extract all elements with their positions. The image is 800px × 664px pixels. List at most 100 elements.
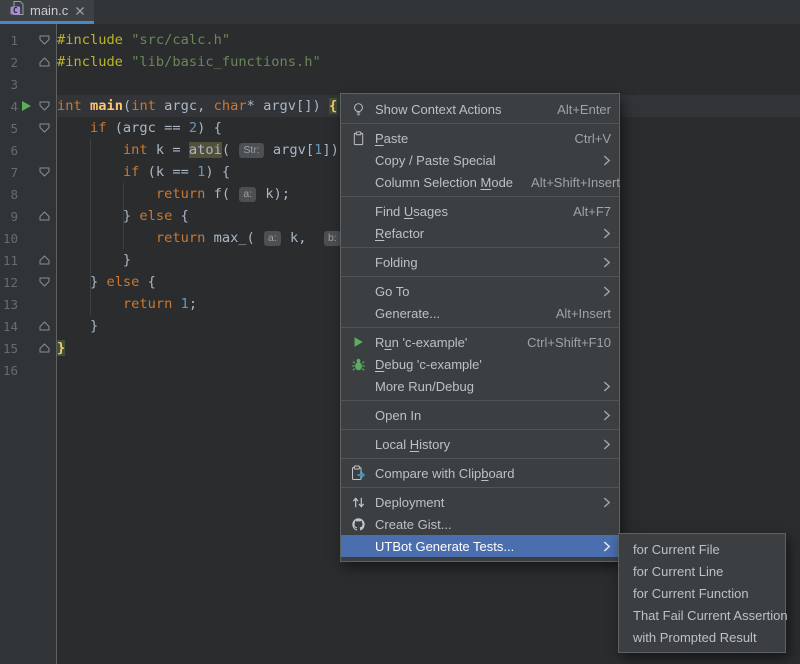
fold-down-icon[interactable] <box>35 167 53 177</box>
run-icon <box>349 335 367 349</box>
menu-item-label: That Fail Current Assertion <box>633 608 788 623</box>
menu-item-find-usages[interactable]: Find UsagesAlt+F7 <box>341 200 619 222</box>
menu-item-label: for Current Function <box>633 586 749 601</box>
token-kw: char <box>214 98 247 114</box>
submenu-item-for-current-file[interactable]: for Current File <box>619 538 785 560</box>
fold-up-icon[interactable] <box>35 211 53 221</box>
menu-item-debug-c-example[interactable]: Debug 'c-example' <box>341 353 619 375</box>
token-kw: else <box>106 274 139 290</box>
menu-item-label: Go To <box>375 284 409 299</box>
menu-item-label: Copy / Paste Special <box>375 153 496 168</box>
token-txt <box>82 98 90 114</box>
menu-item-generate[interactable]: Generate... Alt+Insert <box>341 302 619 324</box>
tab-main-c[interactable]: C main.c <box>0 0 94 24</box>
token-pp: #include <box>57 32 123 48</box>
fold-down-icon[interactable] <box>35 123 53 133</box>
code-line-2[interactable]: 2 #include "lib/basic_functions.h" <box>0 51 800 73</box>
menu-item-column-selection-mode[interactable]: Column Selection Mode Alt+Shift+Insert <box>341 171 619 193</box>
submenu-arrow-icon <box>603 228 611 239</box>
submenu-item-for-current-line[interactable]: for Current Line <box>619 560 785 582</box>
gutter-line-3: 3 <box>0 73 57 95</box>
gutter-line-9: 9 <box>0 205 57 227</box>
menu-shortcut: Alt+Enter <box>557 102 611 117</box>
submenu-arrow-icon <box>603 497 611 508</box>
line-number: 16 <box>2 363 18 378</box>
fold-down-icon[interactable] <box>35 35 53 45</box>
token-kw: if <box>90 120 106 136</box>
code-text[interactable]: #include "lib/basic_functions.h" <box>57 51 800 73</box>
tab-label: main.c <box>30 3 68 18</box>
gutter-line-10: 10 <box>0 227 57 249</box>
menu-item-go-to[interactable]: Go To <box>341 280 619 302</box>
menu-item-copy-paste-special[interactable]: Copy / Paste Special <box>341 149 619 171</box>
token-txt <box>57 164 123 180</box>
menu-item-paste[interactable]: PasteCtrl+V <box>341 127 619 149</box>
token-txt: k); <box>257 186 290 202</box>
menu-separator <box>341 429 619 430</box>
line-number: 1 <box>2 33 18 48</box>
gutter-line-1: 1 <box>0 29 57 51</box>
token-txt: ( <box>222 142 238 158</box>
menu-item-create-gist[interactable]: Create Gist... <box>341 513 619 535</box>
gutter-line-4: 4 <box>0 95 57 117</box>
menu-item-local-history[interactable]: Local History <box>341 433 619 455</box>
token-txt: } <box>57 252 131 268</box>
menu-shortcut: Alt+Shift+Insert <box>531 175 620 190</box>
token-str: "lib/basic_functions.h" <box>131 54 321 70</box>
gutter-line-2: 2 <box>0 51 57 73</box>
fold-up-icon[interactable] <box>35 255 53 265</box>
menu-item-deployment[interactable]: Deployment <box>341 491 619 513</box>
token-kw: int <box>131 98 156 114</box>
token-pp: #include <box>57 54 123 70</box>
run-gutter-icon[interactable] <box>18 100 35 112</box>
menu-item-more-run-debug[interactable]: More Run/Debug <box>341 375 619 397</box>
fold-down-icon[interactable] <box>35 101 53 111</box>
menu-separator <box>341 487 619 488</box>
menu-item-label: Column Selection Mode <box>375 175 513 190</box>
submenu-arrow-icon <box>603 381 611 392</box>
menu-item-compare-with-clipboard[interactable]: Compare with Clipboard <box>341 462 619 484</box>
token-txt: ) { <box>197 120 222 136</box>
menu-item-label: with Prompted Result <box>633 630 757 645</box>
menu-item-label: Open In <box>375 408 421 423</box>
line-number: 2 <box>2 55 18 70</box>
parameter-hint-chip: b: <box>324 231 341 246</box>
parameter-hint-chip: Str: <box>239 143 263 158</box>
menu-item-label: Show Context Actions <box>375 102 501 117</box>
menu-separator <box>341 196 619 197</box>
menu-item-utbot-generate-tests[interactable]: UTBot Generate Tests... <box>341 535 619 557</box>
gutter-line-6: 6 <box>0 139 57 161</box>
code-line-1[interactable]: 1 #include "src/calc.h" <box>0 29 800 51</box>
submenu-item-with-prompted-result[interactable]: with Prompted Result <box>619 626 785 648</box>
utbot-generate-tests-submenu: for Current Filefor Current Line for Curr… <box>618 533 786 653</box>
menu-shortcut: Alt+Insert <box>556 306 611 321</box>
submenu-item-that-fail-current-assertion[interactable]: That Fail Current Assertion <box>619 604 785 626</box>
code-text[interactable] <box>57 73 800 95</box>
menu-item-open-in[interactable]: Open In <box>341 404 619 426</box>
line-number: 13 <box>2 297 18 312</box>
menu-item-run-c-example[interactable]: Run 'c-example'Ctrl+Shift+F10 <box>341 331 619 353</box>
token-txt <box>57 142 123 158</box>
submenu-arrow-icon <box>603 286 611 297</box>
submenu-arrow-icon <box>603 155 611 166</box>
submenu-item-for-current-function[interactable]: for Current Function <box>619 582 785 604</box>
fold-down-icon[interactable] <box>35 277 53 287</box>
token-txt: argv[ <box>265 142 314 158</box>
token-txt: argc, <box>156 98 214 114</box>
code-line-3[interactable]: 3 <box>0 73 800 95</box>
menu-item-folding[interactable]: Folding <box>341 251 619 273</box>
tab-close-icon[interactable] <box>75 6 85 16</box>
svg-text:C: C <box>13 6 18 15</box>
menu-item-show-context-actions[interactable]: Show Context Actions Alt+Enter <box>341 98 619 120</box>
gutter-line-5: 5 <box>0 117 57 139</box>
fold-up-icon[interactable] <box>35 321 53 331</box>
token-str: "src/calc.h" <box>131 32 230 48</box>
menu-item-label: Local History <box>375 437 450 452</box>
fold-up-icon[interactable] <box>35 57 53 67</box>
menu-item-refactor[interactable]: Refactor <box>341 222 619 244</box>
fold-up-icon[interactable] <box>35 343 53 353</box>
paste-icon <box>349 131 367 146</box>
menu-item-label: Deployment <box>375 495 444 510</box>
menu-item-label: Generate... <box>375 306 440 321</box>
code-text[interactable]: #include "src/calc.h" <box>57 29 800 51</box>
